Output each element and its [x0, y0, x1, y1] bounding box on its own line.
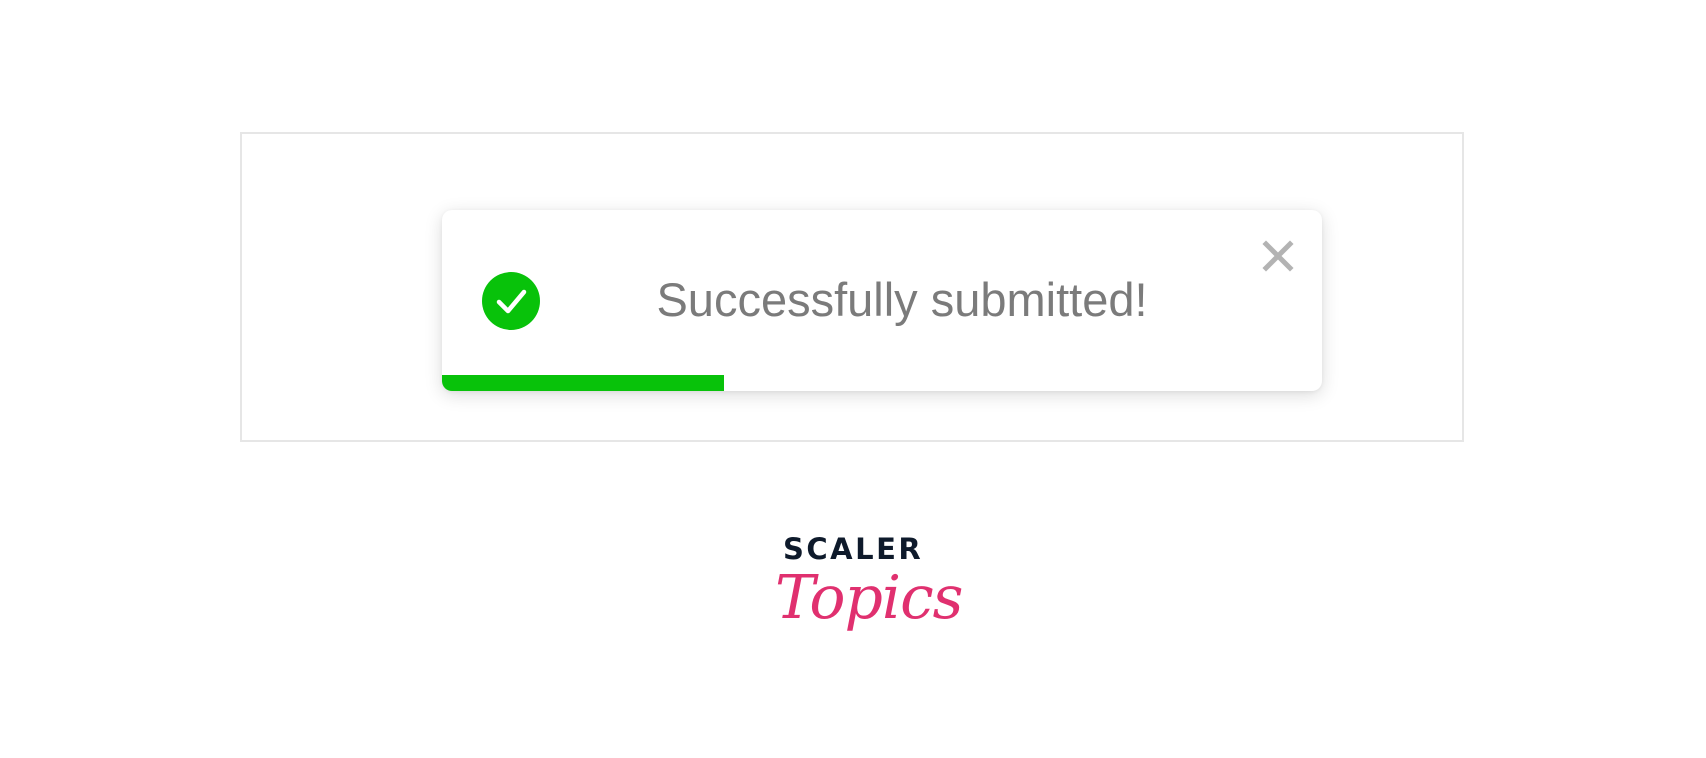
scaler-topics-logo: SCALER Topics — [775, 532, 963, 657]
progress-bar-fill — [442, 375, 724, 391]
toast-message: Successfully submitted! — [656, 273, 1148, 326]
progress-bar — [442, 375, 1322, 391]
logo-wordmark-scaler: SCALER — [783, 532, 924, 566]
success-toast: Successfully submitted! — [442, 210, 1322, 391]
logo-wordmark-topics: Topics — [775, 563, 963, 633]
check-circle-icon — [482, 272, 540, 330]
close-icon[interactable] — [1258, 236, 1298, 276]
